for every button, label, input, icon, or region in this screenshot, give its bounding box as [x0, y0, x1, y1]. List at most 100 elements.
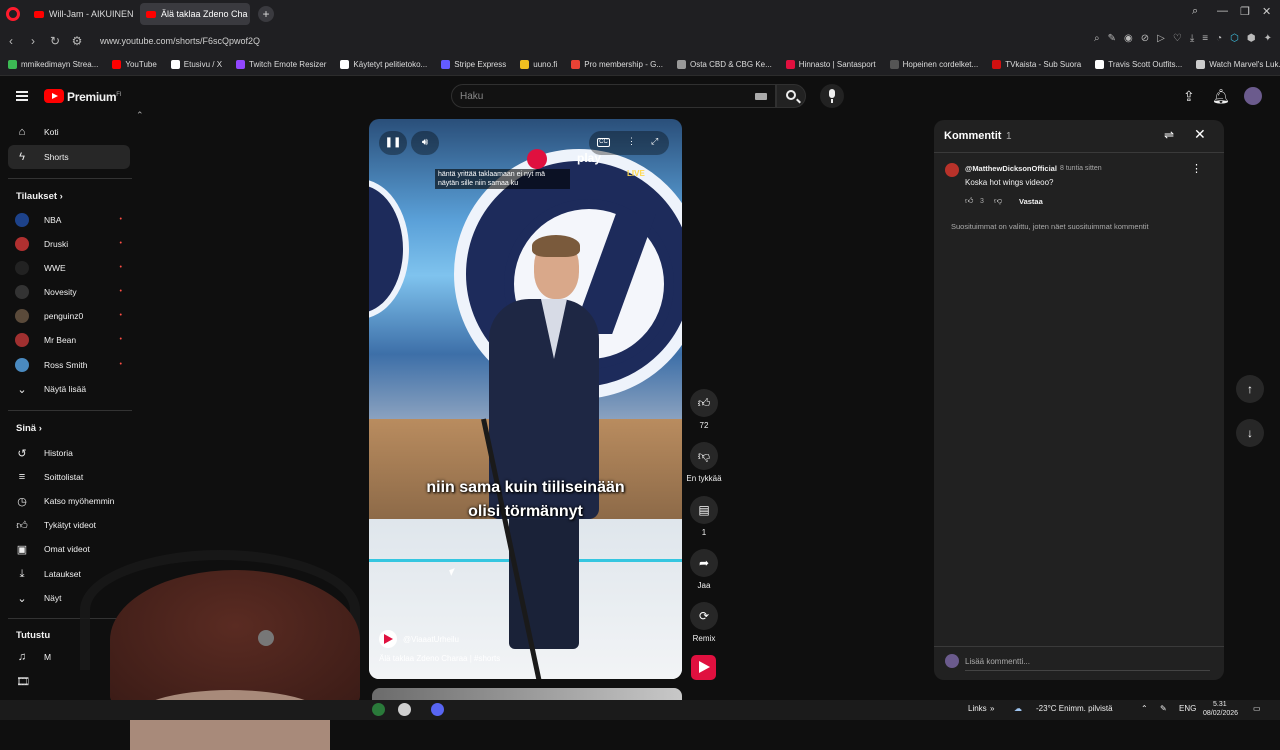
- comment-like-icon[interactable]: 👍︎: [965, 196, 973, 206]
- you-heading[interactable]: Sinä ›: [16, 423, 42, 434]
- comment-author[interactable]: @MatthewDicksonOfficial: [965, 164, 1057, 173]
- shorts-video-player[interactable]: ❚❚ 🔊︎ CC ⋮ ⤢ play LIVE häntä yrittää tak…: [369, 119, 682, 679]
- pen-icon[interactable]: ✎: [1160, 704, 1167, 713]
- account-avatar[interactable]: [1244, 87, 1262, 105]
- sidebar-item-history[interactable]: ↺ Historia: [8, 441, 130, 465]
- bookmark[interactable]: Watch Marvel's Luk...: [1196, 60, 1280, 69]
- new-tab-button[interactable]: +: [258, 6, 274, 22]
- previous-short-button[interactable]: ↑: [1236, 375, 1264, 403]
- obs-icon[interactable]: [398, 703, 411, 716]
- comment-more-icon[interactable]: ⋮: [1191, 162, 1202, 175]
- fullscreen-icon[interactable]: ⤢: [651, 136, 658, 147]
- menu-icon[interactable]: ≡: [1202, 33, 1208, 44]
- bookmark[interactable]: Etusivu / X: [170, 60, 222, 69]
- sidebar-item-novesity[interactable]: Novesity •: [8, 280, 130, 304]
- play-icon[interactable]: ▷: [1157, 33, 1165, 44]
- sidebar-item-druski[interactable]: Druski •: [8, 232, 130, 256]
- voice-search-icon[interactable]: [820, 84, 844, 108]
- block-icon[interactable]: ⊘: [1141, 33, 1149, 44]
- profile-icon[interactable]: ◔: [1216, 33, 1222, 44]
- chevron-icon[interactable]: »: [990, 704, 994, 713]
- download-icon[interactable]: ⤓: [1190, 33, 1194, 44]
- bookmark[interactable]: Travis Scott Outfits...: [1095, 60, 1182, 69]
- upload-icon[interactable]: ⇪: [1183, 88, 1195, 105]
- sidebar-item-penguinz0[interactable]: penguinz0 •: [8, 304, 130, 328]
- scroll-up-icon[interactable]: ⌃: [136, 110, 144, 121]
- next-short-button[interactable]: ↓: [1236, 419, 1264, 447]
- site-info-icon[interactable]: ⚙: [66, 34, 88, 48]
- sidebar-item-your-videos[interactable]: ▣ Omat videot: [8, 537, 130, 561]
- volume-button[interactable]: 🔊︎: [411, 131, 439, 155]
- more-options-icon[interactable]: ⋮: [627, 136, 636, 147]
- like-button[interactable]: 👍︎: [690, 389, 718, 417]
- maximize-icon[interactable]: ❐: [1240, 5, 1250, 18]
- remix-button[interactable]: ⟳: [690, 602, 718, 630]
- bookmark[interactable]: Stripe Express: [441, 60, 506, 69]
- comments-button[interactable]: ▤: [690, 496, 718, 524]
- reply-button[interactable]: Vastaa: [1019, 197, 1043, 206]
- sidebar-item-wwe[interactable]: WWE •: [8, 256, 130, 280]
- notifications-bell-icon[interactable]: 🔔︎: [1212, 88, 1230, 105]
- sidebar-item-ross-smith[interactable]: Ross Smith •: [8, 353, 130, 377]
- heart-icon[interactable]: ♡: [1173, 33, 1182, 44]
- sidebar-item-show-more[interactable]: ⌄ Näyt: [8, 586, 130, 610]
- bookmark[interactable]: Twitch Emote Resizer: [236, 60, 326, 69]
- bookmark[interactable]: Hinnasto | Santasport: [785, 60, 876, 69]
- url-field[interactable]: www.youtube.com/shorts/F6scQpwof2Q: [100, 36, 260, 46]
- premium-logo-text[interactable]: PremiumFI: [67, 90, 121, 104]
- camera-icon[interactable]: ◉: [1124, 33, 1133, 44]
- share-button[interactable]: ➦: [690, 549, 718, 577]
- language-indicator[interactable]: ENG: [1179, 704, 1196, 713]
- bookmark[interactable]: Hopeinen cordelket...: [889, 60, 978, 69]
- sidebar-item-music[interactable]: ♫ M: [8, 645, 130, 669]
- bookmark[interactable]: Osta CBD & CBG Ke...: [676, 60, 772, 69]
- back-icon[interactable]: ‹: [0, 34, 22, 48]
- close-window-icon[interactable]: ✕: [1262, 5, 1271, 18]
- next-video-preview[interactable]: [372, 688, 682, 700]
- cube-icon[interactable]: ⬢: [1247, 33, 1256, 44]
- sidebar-item-playlists[interactable]: ≡ Soittolistat: [8, 465, 130, 489]
- bookmark[interactable]: mmikedimayn Strea...: [8, 60, 98, 69]
- search-button[interactable]: [776, 84, 806, 108]
- bookmark[interactable]: Pro membership - G...: [571, 60, 663, 69]
- app-icon[interactable]: [372, 703, 385, 716]
- forward-icon[interactable]: ›: [22, 34, 44, 48]
- bookmark[interactable]: TVkaista - Sub Suora: [992, 60, 1081, 69]
- subscriptions-heading[interactable]: Tilaukset ›: [16, 191, 63, 202]
- sidebar-item-shorts[interactable]: ϟ Shorts: [8, 145, 130, 169]
- channel-avatar-button[interactable]: [691, 655, 716, 680]
- weather-text[interactable]: -23°C Enimm. pilvistä: [1036, 704, 1113, 713]
- captions-icon[interactable]: CC: [597, 138, 610, 147]
- pause-button[interactable]: ❚❚: [379, 131, 407, 155]
- extension-icon[interactable]: ⬡: [1230, 33, 1239, 44]
- bookmark[interactable]: uuno.fi: [520, 60, 557, 69]
- video-title[interactable]: Älä taklaa Zdeno Charaa | #shorts: [379, 654, 500, 663]
- close-icon[interactable]: ✕: [1194, 126, 1206, 143]
- browser-tab-2[interactable]: Älä taklaa Zdeno Cha: [140, 3, 250, 25]
- sidebar-item-downloads[interactable]: ⤓ Lataukset: [8, 562, 130, 586]
- bookmark[interactable]: YouTube: [112, 60, 157, 69]
- search-icon[interactable]: ⌕: [1094, 33, 1100, 44]
- sidebar-item-liked-videos[interactable]: 👍︎ Tykätyt videot: [8, 513, 130, 537]
- reload-icon[interactable]: ↻: [44, 34, 66, 48]
- browser-tab-1[interactable]: Will-Jam - AIKUINEN - Yo: [28, 3, 136, 25]
- dislike-button[interactable]: 👎︎: [690, 442, 718, 470]
- show-more-button[interactable]: ⌄ Näytä lisää: [8, 377, 130, 401]
- minimize-icon[interactable]: —: [1217, 5, 1228, 17]
- sidebar-item-home[interactable]: ⌂ Koti: [8, 120, 130, 144]
- clock-time[interactable]: 5.31: [1213, 701, 1227, 708]
- sidebar-item-movies[interactable]: 🎞︎: [8, 669, 130, 693]
- comment-time[interactable]: 8 tuntia sitten: [1060, 165, 1102, 172]
- sidebar-item-mr-bean[interactable]: Mr Bean •: [8, 328, 130, 352]
- add-comment-field[interactable]: Lisää kommentti...: [965, 657, 1030, 666]
- bookmark[interactable]: Käytetyt pelitietoko...: [340, 60, 427, 69]
- sort-icon[interactable]: ⇌: [1164, 128, 1174, 142]
- hamburger-menu-icon[interactable]: [16, 91, 28, 101]
- links-toolbar[interactable]: Links: [968, 704, 987, 713]
- keyboard-icon[interactable]: [755, 93, 767, 100]
- sidebar-item-nba[interactable]: NBA •: [8, 208, 130, 232]
- commenter-avatar[interactable]: [945, 163, 959, 177]
- channel-link[interactable]: @ViaaatUrheilu: [379, 630, 459, 648]
- discord-icon[interactable]: [431, 703, 444, 716]
- search-tabs-icon[interactable]: ⌕: [1192, 5, 1198, 18]
